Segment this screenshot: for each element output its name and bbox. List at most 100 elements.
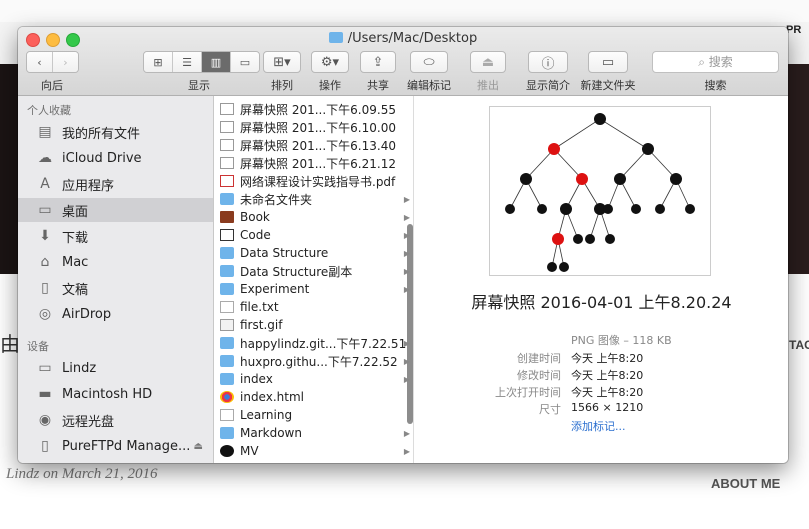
file-list-item[interactable]: huxpro.githu...下午7.22.52 ▶ bbox=[214, 352, 414, 370]
gif-file-icon bbox=[220, 319, 234, 331]
file-name: index.html bbox=[240, 390, 304, 404]
sidebar-item-remote-disc[interactable]: ◉ 远程光盘 bbox=[18, 408, 213, 432]
preview-thumbnail[interactable] bbox=[489, 106, 711, 276]
file-list-item[interactable]: first.gif bbox=[214, 316, 414, 334]
add-tags-link[interactable]: 添加标记... bbox=[571, 418, 626, 434]
file-list-item[interactable]: Book ▶ bbox=[214, 208, 414, 226]
file-list-item[interactable]: Data Structure ▶ bbox=[214, 244, 414, 262]
sidebar-item-documents[interactable]: ▯ 文稿 bbox=[18, 276, 213, 300]
sidebar-item-home[interactable]: ⌂ Mac bbox=[18, 250, 213, 274]
sidebar-item-desktop[interactable]: ▭ 桌面 bbox=[18, 198, 213, 222]
img-file-icon bbox=[220, 139, 234, 151]
background-page-topbar bbox=[0, 0, 809, 22]
info-icon: ⓘ bbox=[541, 56, 555, 72]
action-button[interactable]: ⚙▾ bbox=[311, 51, 349, 73]
preview-column: 屏幕快照 2016-04-01 上午8.20.24 PNG 图像 – 118 K… bbox=[415, 96, 788, 463]
all-files-icon: ▤ bbox=[38, 124, 52, 140]
disclosure-arrow-icon: ▶ bbox=[403, 194, 410, 204]
sidebar-item-airdrop[interactable]: ◎ AirDrop bbox=[18, 302, 213, 326]
disclosure-arrow-icon: ▶ bbox=[403, 356, 410, 366]
disclosure-arrow-icon: ▶ bbox=[403, 230, 410, 240]
preview-file-title: 屏幕快照 2016-04-01 上午8.20.24 bbox=[471, 293, 732, 312]
forward-button[interactable]: › bbox=[53, 52, 78, 72]
cover-flow-button[interactable]: ▭ bbox=[231, 52, 259, 72]
column-view-button[interactable]: ▥ bbox=[202, 52, 231, 72]
folder-file-icon bbox=[220, 247, 234, 259]
grid-icon: ⊞ bbox=[153, 55, 163, 69]
eject-button[interactable]: ⏏ bbox=[470, 51, 506, 73]
file-name: huxpro.githu...下午7.22.52 bbox=[240, 354, 398, 369]
file-list-item[interactable]: 未命名文件夹 ▶ bbox=[214, 190, 414, 208]
action-label: 操作 bbox=[319, 79, 341, 92]
cover-flow-icon: ▭ bbox=[239, 55, 251, 69]
file-name: Book bbox=[240, 210, 270, 224]
sidebar-item-applications[interactable]: A 应用程序 bbox=[18, 172, 213, 196]
tag-icon: ⬭ bbox=[423, 54, 435, 70]
share-icon: ⇪ bbox=[372, 54, 384, 70]
file-list-item[interactable]: Data Structure副本 ▶ bbox=[214, 262, 414, 280]
chevron-right-icon: › bbox=[63, 55, 68, 69]
disclosure-arrow-icon: ▶ bbox=[403, 428, 410, 438]
file-list-item[interactable]: file.txt bbox=[214, 298, 414, 316]
dimensions-label: 尺寸 bbox=[539, 403, 561, 416]
sidebar-item-downloads[interactable]: ⬇ 下载 bbox=[18, 224, 213, 248]
sidebar-item-icloud[interactable]: ☁ iCloud Drive bbox=[18, 146, 213, 170]
file-name: Learning bbox=[240, 408, 293, 422]
last-opened-label: 上次打开时间 bbox=[495, 386, 561, 399]
file-name: Code bbox=[240, 228, 271, 242]
file-list-item[interactable]: Code ▶ bbox=[214, 226, 414, 244]
eject-icon: ⏏ bbox=[481, 54, 495, 70]
disk-icon: ▬ bbox=[38, 386, 52, 402]
icon-view-button[interactable]: ⊞ bbox=[144, 52, 173, 72]
file-list-item[interactable]: Experiment ▶ bbox=[214, 280, 414, 298]
cloud-icon: ☁ bbox=[38, 150, 52, 166]
background-nav-text: PR bbox=[786, 24, 802, 36]
sidebar-item-lindz[interactable]: ▭ Lindz bbox=[18, 356, 213, 380]
file-list-item[interactable]: happylindz.git...下午7.22.51 ▶ bbox=[214, 334, 414, 352]
file-list-item[interactable]: 屏幕快照 201...下午6.10.00 bbox=[214, 118, 414, 136]
disclosure-arrow-icon: ▶ bbox=[403, 266, 410, 276]
modified-label: 修改时间 bbox=[517, 369, 561, 382]
devices-header: 设备 bbox=[27, 340, 49, 353]
home-icon: ⌂ bbox=[40, 254, 50, 270]
folder-file-icon bbox=[220, 427, 234, 439]
folder-file-icon bbox=[220, 265, 234, 277]
file-list-item[interactable]: 屏幕快照 201...下午6.09.55 bbox=[214, 100, 414, 118]
background-about-link[interactable]: ABOUT ME bbox=[711, 476, 780, 491]
get-info-button[interactable]: ⓘ bbox=[528, 51, 568, 73]
search-input[interactable]: ⌕ 搜索 bbox=[652, 51, 779, 73]
file-list-item[interactable]: index ▶ bbox=[214, 370, 414, 388]
last-opened-value: 今天 上午8:20 bbox=[571, 386, 644, 399]
red-black-tree-image bbox=[505, 113, 695, 272]
sidebar-item-macintosh-hd[interactable]: ▬ Macintosh HD bbox=[18, 382, 213, 406]
file-list-item[interactable]: Markdown ▶ bbox=[214, 424, 414, 442]
list-view-button[interactable]: ☰ bbox=[173, 52, 202, 72]
eject-label: 推出 bbox=[477, 79, 499, 92]
file-list-item[interactable]: MV ▶ bbox=[214, 442, 414, 460]
optical-disc-icon: ◉ bbox=[38, 412, 52, 428]
download-icon: ⬇ bbox=[39, 228, 51, 244]
disclosure-arrow-icon: ▶ bbox=[403, 284, 410, 294]
share-button[interactable]: ⇪ bbox=[360, 51, 396, 73]
file-list-item[interactable]: index.html bbox=[214, 388, 414, 406]
file-list-column: 屏幕快照 201...下午6.09.55 屏幕快照 201...下午6.10.00… bbox=[214, 96, 414, 463]
book-file-icon bbox=[220, 211, 234, 223]
eject-icon[interactable]: ⏏ bbox=[194, 441, 203, 452]
new-folder-button[interactable]: ▭ bbox=[588, 51, 628, 73]
file-name: 未命名文件夹 bbox=[240, 192, 313, 207]
laptop-icon: ▭ bbox=[38, 360, 52, 376]
file-name: file.txt bbox=[240, 300, 279, 314]
sidebar: 个人收藏 ▤ 我的所有文件 ☁ iCloud Drive A 应用程序 ▭ 桌面 ⬇ 下载… bbox=[18, 96, 214, 463]
airdrop-icon: ◎ bbox=[38, 306, 52, 322]
file-list-item[interactable]: 网络课程设计实践指导书.pdf bbox=[214, 172, 414, 190]
file-list-item[interactable]: 屏幕快照 201...下午6.21.12 bbox=[214, 154, 414, 172]
edit-tags-button[interactable]: ⬭ bbox=[410, 51, 448, 73]
disclosure-arrow-icon: ▶ bbox=[403, 446, 410, 456]
columns-icon: ▥ bbox=[210, 55, 222, 69]
file-list-item[interactable]: 屏幕快照 201...下午6.13.40 bbox=[214, 136, 414, 154]
back-button[interactable]: ‹ bbox=[27, 52, 53, 72]
sidebar-item-pureftpd[interactable]: ▯ PureFTPd Manage... ⏏ bbox=[18, 434, 213, 458]
sidebar-item-all-files[interactable]: ▤ 我的所有文件 bbox=[18, 120, 213, 144]
arrange-button[interactable]: ⊞▾ bbox=[263, 51, 301, 73]
file-list-item[interactable]: Learning bbox=[214, 406, 414, 424]
